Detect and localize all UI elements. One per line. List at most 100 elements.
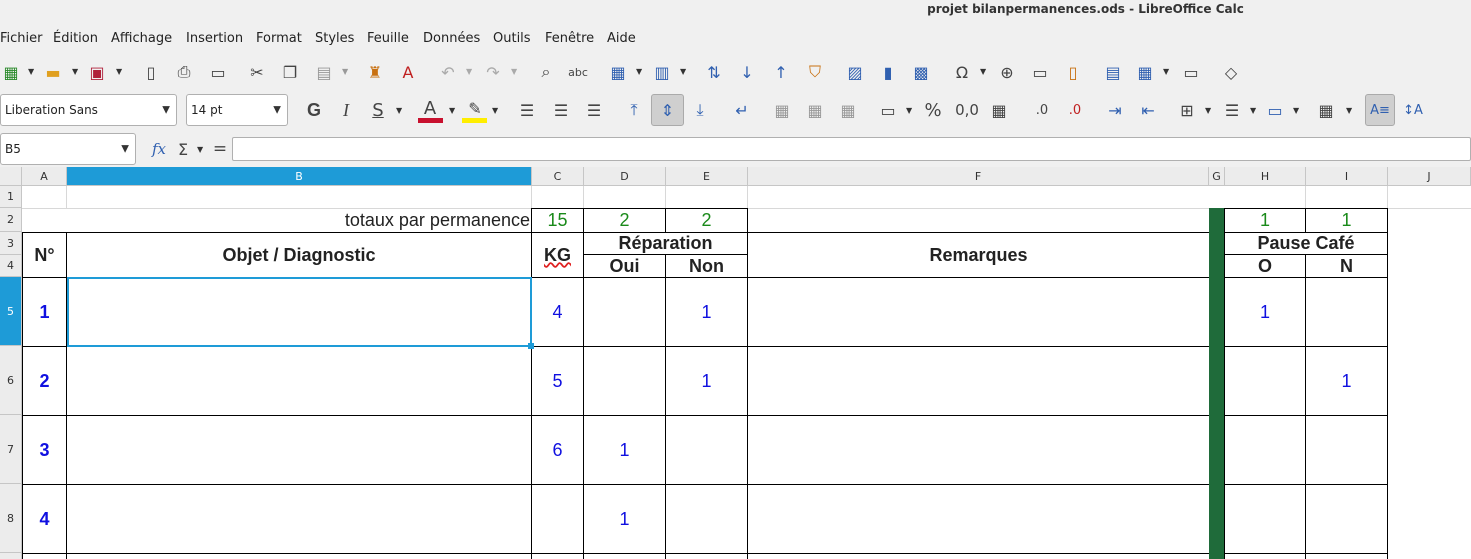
cell-pause-n[interactable] [1306, 416, 1387, 484]
row-header-5[interactable]: 5 [0, 277, 22, 346]
total-kg[interactable]: 15 [532, 208, 583, 232]
column-header-g[interactable]: G [1209, 167, 1225, 186]
hyperlink-icon[interactable]: ⊕ [996, 61, 1018, 83]
cell-pause-n[interactable]: 1 [1306, 347, 1387, 415]
cell-kg[interactable]: 4 [532, 278, 583, 346]
cell-pause-n[interactable] [1306, 485, 1387, 553]
save-icon[interactable]: ▣ [86, 61, 108, 83]
export-pdf-icon[interactable]: ▯ [140, 61, 162, 83]
cell-oui[interactable]: 1 [584, 416, 665, 484]
center-vertically-button[interactable]: ⇕ [651, 94, 684, 126]
column-header-e[interactable]: E [666, 167, 748, 186]
chevron-down-icon[interactable]: ▼ [511, 67, 517, 76]
underline-button[interactable]: S [367, 99, 389, 121]
header-non[interactable]: Non [666, 255, 747, 277]
chevron-down-icon[interactable]: ▼ [636, 67, 642, 76]
row-header-9[interactable] [0, 553, 22, 559]
text-horizontal-button[interactable]: A≡ [1365, 94, 1395, 126]
cell-kg[interactable]: 5 [532, 347, 583, 415]
highlight-color-icon[interactable]: ✎ [464, 97, 486, 119]
insert-image-icon[interactable]: ▨ [844, 61, 866, 83]
split-window-icon[interactable]: ▭ [1180, 61, 1202, 83]
cell-pause-o[interactable]: 1 [1225, 278, 1305, 346]
cell-num[interactable]: 2 [23, 347, 66, 415]
cell-pause-o[interactable] [1225, 347, 1305, 415]
cell-pause-o[interactable] [1225, 416, 1305, 484]
cut-icon[interactable]: ✂ [246, 61, 268, 83]
column-header-a[interactable]: A [22, 167, 67, 186]
align-top-icon[interactable]: ⤒ [623, 99, 645, 121]
paste-icon[interactable]: ▤ [313, 61, 335, 83]
header-objet[interactable]: Objet / Diagnostic [67, 233, 531, 277]
wrap-text-icon[interactable]: ↵ [731, 99, 753, 121]
cell-num[interactable]: 4 [23, 485, 66, 553]
select-all-corner[interactable] [0, 167, 22, 186]
chevron-down-icon[interactable]: ▼ [121, 144, 129, 155]
percent-button[interactable]: % [922, 99, 944, 121]
chevron-down-icon[interactable]: ▼ [449, 106, 455, 115]
chevron-down-icon[interactable]: ▼ [1250, 106, 1256, 115]
column-icon[interactable]: ▥ [651, 61, 673, 83]
sort-icon[interactable]: ⇅ [703, 61, 725, 83]
header-pause-o[interactable]: O [1225, 255, 1305, 277]
pivot-table-icon[interactable]: ▩ [910, 61, 932, 83]
clear-formatting-icon[interactable]: A [397, 61, 419, 83]
cell-non[interactable] [666, 416, 747, 484]
cell-non[interactable]: 1 [666, 278, 747, 346]
define-print-area-icon[interactable]: ▤ [1102, 61, 1124, 83]
chevron-down-icon[interactable]: ▼ [28, 67, 34, 76]
row-header-2[interactable]: 2 [0, 208, 22, 232]
currency-icon[interactable]: ▭ [877, 99, 899, 121]
copy-icon[interactable]: ❐ [279, 61, 301, 83]
sum-button[interactable]: Σ [172, 138, 194, 160]
autofilter-icon[interactable]: ⛉ [804, 61, 826, 83]
freeze-rows-columns-icon[interactable]: ▦ [1134, 61, 1156, 83]
unmerge-cells-icon[interactable]: ▦ [837, 99, 859, 121]
cell-oui[interactable] [584, 347, 665, 415]
header-pause-cafe[interactable]: Pause Café [1225, 233, 1387, 254]
total-oui[interactable]: 2 [584, 208, 665, 232]
increase-indent-icon[interactable]: ⇥ [1104, 99, 1126, 121]
totals-label[interactable]: totaux par permanence [67, 208, 530, 232]
menu-outils[interactable]: Outils [493, 31, 531, 46]
column-header-h[interactable]: H [1225, 167, 1306, 186]
header-num[interactable]: N° [23, 233, 66, 277]
cell-kg[interactable]: 6 [532, 416, 583, 484]
font-color-icon[interactable]: A [419, 97, 441, 119]
menu-affichage[interactable]: Affichage [111, 31, 172, 46]
menu-styles[interactable]: Styles [315, 31, 354, 46]
total-non[interactable]: 2 [666, 208, 747, 232]
function-wizard-button[interactable]: fx [148, 138, 170, 160]
chevron-down-icon[interactable]: ▼ [72, 67, 78, 76]
conditional-format-icon[interactable]: ▦ [1315, 99, 1337, 121]
special-character-icon[interactable]: Ω [951, 61, 973, 83]
sort-ascending-icon[interactable]: ↓ [736, 61, 758, 83]
merge-cells-icon[interactable]: ▦ [804, 99, 826, 121]
date-format-icon[interactable]: ▦ [988, 99, 1010, 121]
sort-descending-icon[interactable]: ↑ [770, 61, 792, 83]
cell-pause-n[interactable] [1306, 278, 1387, 346]
column-header-c[interactable]: C [532, 167, 584, 186]
column-header-f[interactable]: F [748, 167, 1209, 186]
menu-format[interactable]: Format [256, 31, 302, 46]
row-header-7[interactable]: 7 [0, 415, 22, 484]
header-kg[interactable]: KG [532, 233, 583, 277]
column-header-d[interactable]: D [584, 167, 666, 186]
formula-input[interactable] [232, 137, 1471, 161]
delete-decimal-icon[interactable]: .0 [1061, 99, 1089, 121]
selected-cell-b5[interactable] [67, 277, 532, 347]
row-header-1[interactable]: 1 [0, 186, 22, 208]
header-footer-icon[interactable]: ▯ [1062, 61, 1084, 83]
menu-feuille[interactable]: Feuille [367, 31, 409, 46]
font-name-box[interactable]: Liberation Sans ▼ [0, 94, 177, 126]
border-style-icon[interactable]: ☰ [1221, 99, 1243, 121]
menu-fenetre[interactable]: Fenêtre [545, 31, 594, 46]
clone-formatting-icon[interactable]: ♜ [364, 61, 386, 83]
chevron-down-icon[interactable]: ▼ [342, 67, 348, 76]
chevron-down-icon[interactable]: ▼ [980, 67, 986, 76]
column-header-b[interactable]: B [67, 167, 532, 186]
spelling-icon[interactable]: abc [567, 61, 589, 83]
align-center-icon[interactable]: ☰ [550, 99, 572, 121]
row-header-6[interactable]: 6 [0, 346, 22, 415]
chevron-down-icon[interactable]: ▼ [1293, 106, 1299, 115]
